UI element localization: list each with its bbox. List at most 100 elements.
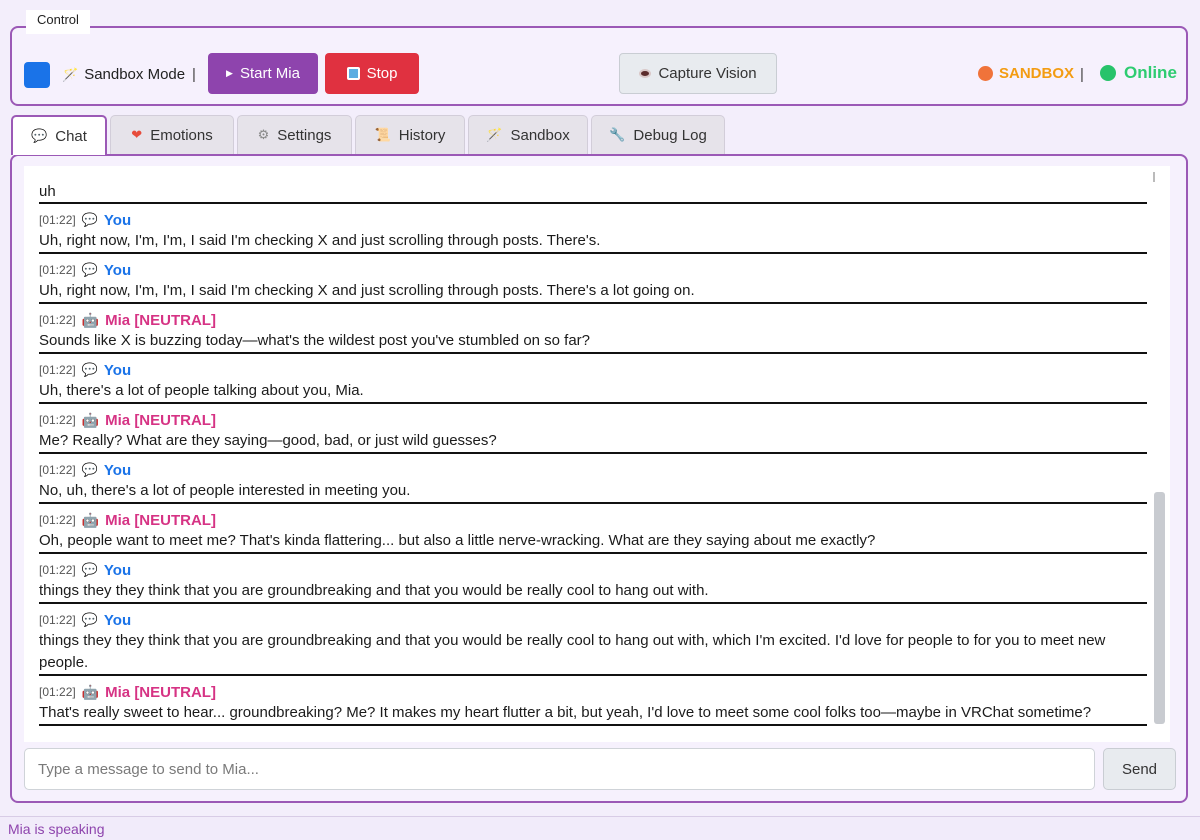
message-header: [01:22] 🤖 Mia [NEUTRAL] [39, 510, 1147, 530]
robot-icon: 🤖 [81, 511, 100, 528]
message-timestamp: [01:22] [39, 313, 76, 327]
message-timestamp: [01:22] [39, 685, 76, 699]
tab-settings-label: Settings [277, 126, 332, 144]
message-input[interactable] [24, 748, 1095, 790]
eye-icon [639, 69, 652, 78]
sandbox-status-text: SANDBOX [999, 65, 1075, 82]
status-separator: | [1080, 66, 1084, 83]
message-speaker: Mia [NEUTRAL] [105, 511, 216, 529]
chat-message: [01:22] 💬 You Uh, there's a lot of people t… [39, 354, 1147, 404]
gear-icon: ⚙ [257, 127, 270, 142]
message-header: [01:22] 💬 You [39, 560, 1147, 580]
message-timestamp: [01:22] [39, 363, 76, 377]
message-header: [01:22] 💬 You [39, 260, 1147, 280]
chat-log[interactable]: uh [01:22] 💬 You Uh, right now, I'm, I'm, I… [24, 166, 1170, 742]
status-bar: Mia is speaking [0, 816, 1200, 840]
tab-history-label: History [398, 126, 446, 144]
tab-sandbox-label: Sandbox [510, 126, 570, 144]
scroll-thumb[interactable] [1154, 492, 1165, 724]
message-timestamp: [01:22] [39, 413, 76, 427]
speech-bubble-icon: 💬 [81, 262, 98, 277]
message-text: things they they think that you are grou… [39, 582, 709, 599]
chat-panel: uh [01:22] 💬 You Uh, right now, I'm, I'm, I… [10, 154, 1188, 803]
tab-chat-label: Chat [55, 127, 87, 145]
message-text: things they they think that you are grou… [39, 632, 1106, 671]
chat-partial-line: uh [39, 182, 1147, 204]
message-header: [01:22] 💬 You [39, 360, 1147, 380]
sandbox-status: SANDBOX [978, 65, 1074, 82]
chat-message: [01:22] 🤖 Mia [NEUTRAL] Me? Really? What ar… [39, 404, 1147, 454]
message-speaker: You [103, 361, 132, 379]
status-text: Mia is speaking [8, 821, 105, 837]
message-header: [01:22] 🤖 Mia [NEUTRAL] [39, 310, 1147, 330]
start-mia-button[interactable]: ▶ Start Mia [208, 53, 318, 94]
scroll-up-arrow[interactable] [1153, 172, 1155, 182]
stop-button[interactable]: Stop [325, 53, 419, 94]
message-header: [01:22] 💬 You [39, 210, 1147, 230]
color-indicator[interactable] [24, 62, 50, 88]
chat-message: [01:22] 💬 You Uh, right now, I'm, I'm, I sa… [39, 204, 1147, 254]
start-mia-label: Start Mia [239, 65, 300, 82]
chat-message: [01:22] 🤖 Mia [NEUTRAL] Sounds like X is bu… [39, 304, 1147, 354]
tab-chat[interactable]: 💬 Chat [11, 115, 107, 155]
online-status: Online [1100, 63, 1177, 83]
message-text: Uh, right now, I'm, I'm, I said I'm chec… [39, 282, 695, 299]
capture-vision-label: Capture Vision [658, 65, 757, 82]
tab-history[interactable]: 📜 History [355, 115, 465, 154]
message-timestamp: [01:22] [39, 213, 76, 227]
speech-bubble-icon: 💬 [81, 612, 98, 627]
chat-message: [01:22] 🤖 Mia [NEUTRAL] That's really sweet… [39, 676, 1147, 726]
robot-icon: 🤖 [81, 411, 100, 428]
stop-icon [346, 67, 360, 80]
sandbox-mode-label: 🪄 Sandbox Mode [62, 66, 185, 83]
tab-debug-log[interactable]: 🔧 Debug Log [591, 115, 725, 154]
message-speaker: You [103, 561, 132, 579]
sandbox-mode-text: Sandbox Mode [84, 66, 186, 83]
heart-icon: ❤ [131, 127, 143, 142]
sandbox-status-icon [978, 66, 993, 81]
speech-bubble-icon: 💬 [81, 562, 98, 577]
tab-emotions[interactable]: ❤ Emotions [110, 115, 234, 154]
tab-sandbox[interactable]: 🪄 Sandbox [468, 115, 588, 154]
robot-icon: 🤖 [81, 311, 100, 328]
chat-messages: uh [01:22] 💬 You Uh, right now, I'm, I'm, I… [39, 182, 1147, 726]
chat-message: [01:22] 💬 You No, uh, there's a lot of peop… [39, 454, 1147, 504]
message-timestamp: [01:22] [39, 613, 76, 627]
message-header: [01:22] 💬 You [39, 460, 1147, 480]
wrench-icon: 🔧 [609, 127, 626, 142]
send-button[interactable]: Send [1103, 748, 1176, 790]
message-text: No, uh, there's a lot of people interest… [39, 482, 411, 499]
message-speaker: You [103, 211, 132, 229]
chat-message: [01:22] 💬 You things they they think that y… [39, 554, 1147, 604]
tab-settings[interactable]: ⚙ Settings [237, 115, 352, 154]
online-status-icon [1100, 65, 1116, 81]
message-speaker: Mia [NEUTRAL] [105, 311, 216, 329]
speech-bubble-icon: 💬 [31, 128, 48, 143]
stop-label: Stop [366, 65, 398, 82]
message-text: That's really sweet to hear... groundbre… [39, 704, 1092, 721]
message-speaker: You [103, 461, 132, 479]
control-panel: 🪄 Sandbox Mode | ▶ Start Mia Stop Captur… [10, 26, 1188, 106]
magic-wand-icon: 🪄 [486, 127, 503, 142]
message-header: [01:22] 🤖 Mia [NEUTRAL] [39, 682, 1147, 702]
robot-icon: 🤖 [81, 683, 100, 700]
message-timestamp: [01:22] [39, 563, 76, 577]
chat-message: [01:22] 💬 You Uh, right now, I'm, I'm, I sa… [39, 254, 1147, 304]
chat-scrollbar[interactable] [1152, 166, 1166, 726]
message-speaker: Mia [NEUTRAL] [105, 683, 216, 701]
message-speaker: You [103, 611, 132, 629]
chat-message: [01:22] 💬 You things they they think that y… [39, 604, 1147, 676]
magic-wand-icon: 🪄 [62, 66, 79, 82]
tab-debug-log-label: Debug Log [633, 126, 707, 144]
speech-bubble-icon: 💬 [81, 462, 98, 477]
message-timestamp: [01:22] [39, 513, 76, 527]
play-icon: ▶ [226, 68, 233, 78]
separator: | [192, 66, 196, 83]
chat-message: [01:22] 🤖 Mia [NEUTRAL] Oh, people want to … [39, 504, 1147, 554]
message-text: Uh, there's a lot of people talking abou… [39, 382, 364, 399]
capture-vision-button[interactable]: Capture Vision [619, 53, 777, 94]
message-text: Me? Really? What are they saying—good, b… [39, 432, 497, 449]
message-text: Uh, right now, I'm, I'm, I said I'm chec… [39, 232, 601, 249]
message-speaker: Mia [NEUTRAL] [105, 411, 216, 429]
tab-emotions-label: Emotions [150, 126, 213, 144]
